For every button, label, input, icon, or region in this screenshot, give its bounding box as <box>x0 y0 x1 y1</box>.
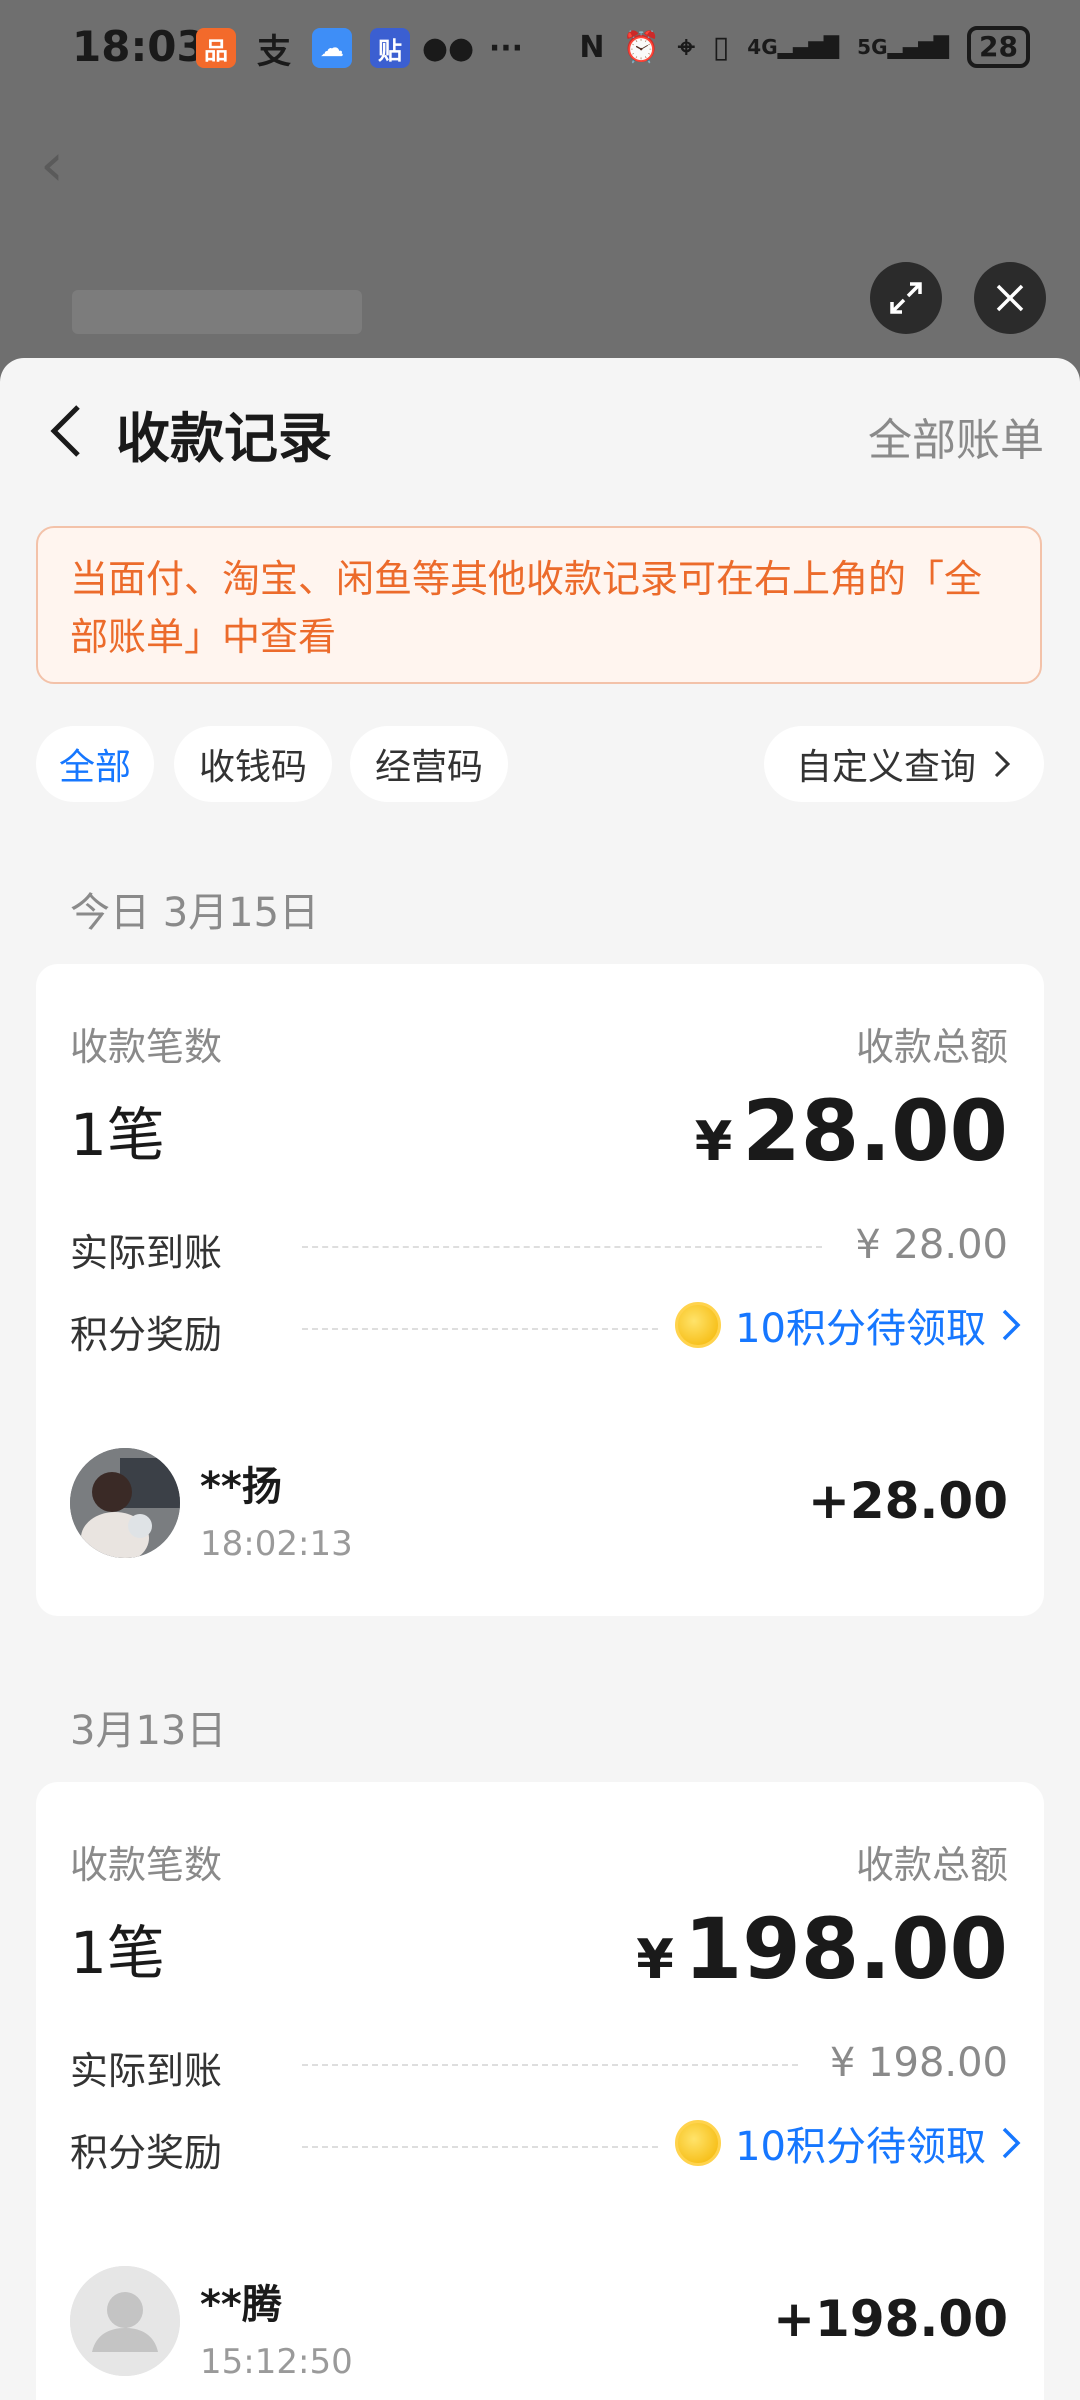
filter-chip-business-code[interactable]: 经营码 <box>350 726 508 802</box>
avatar <box>70 1448 180 1558</box>
count-label: 收款笔数 <box>70 1843 223 1887</box>
signal-5g-label: 5G <box>857 35 888 59</box>
date-label: 3月13日 <box>70 1708 227 1754</box>
reward-value: 10积分待领取 <box>735 1306 986 1352</box>
dotted-divider <box>302 2146 658 2148</box>
total-amount: ¥ 28.00 <box>695 1082 1008 1180</box>
total-value: 198.00 <box>683 1900 1008 1998</box>
avatar-photo-icon <box>70 1448 180 1558</box>
app-icon: 品 <box>196 28 236 68</box>
signal-4g-icon: 4G▂▄▆█ <box>747 35 840 59</box>
payer-time: 18:02:13 <box>200 1524 353 1564</box>
total-label: 收款总额 <box>855 1843 1008 1887</box>
reward-claim-link[interactable]: 10积分待领取 <box>675 2114 1022 2172</box>
close-icon <box>996 284 1024 312</box>
notice-text: 当面付、淘宝、闲鱼等其他收款记录可在右上角的「全部账单」中查看 <box>70 557 983 659</box>
total-amount: ¥ 198.00 <box>636 1900 1008 1998</box>
back-button[interactable] <box>36 396 96 466</box>
header: 收款记录 全部账单 <box>0 358 1080 498</box>
location-icon: ⌖ <box>677 29 695 65</box>
total-value: 28.00 <box>742 1082 1008 1180</box>
total-label: 收款总额 <box>855 1025 1008 1069</box>
summary-card: 收款笔数 收款总额 1笔 ¥ 198.00 实际到账 ¥ 198.00 积分奖励… <box>36 1782 1044 2400</box>
signal-5g-icon: 5G▂▄▆█ <box>857 35 950 59</box>
alipay-icon: 支 <box>257 31 291 72</box>
date-label: 今日 3月15日 <box>70 890 320 936</box>
avatar <box>70 2266 180 2376</box>
reward-label: 积分奖励 <box>70 2131 223 2175</box>
actual-received-label: 实际到账 <box>70 1231 223 1275</box>
payment-amount: +198.00 <box>773 2290 1008 2348</box>
expand-icon <box>890 282 922 314</box>
page-title: 收款记录 <box>116 407 332 470</box>
status-bar: 18:03 品 支 ☁ 贴 ●● ··· N ⏰ ⌖ ▯ 4G▂▄▆█ 5G▂▄… <box>0 0 1080 100</box>
all-bills-link[interactable]: 全部账单 <box>868 404 1044 468</box>
wechat-icon: ●● <box>421 30 475 66</box>
notice-banner: 当面付、淘宝、闲鱼等其他收款记录可在右上角的「全部账单」中查看 <box>36 526 1042 684</box>
dotted-divider <box>302 2064 798 2066</box>
coin-icon <box>675 1302 722 1348</box>
nfc-icon: N <box>579 29 605 65</box>
expand-button[interactable] <box>870 262 942 334</box>
payment-records-sheet: 收款记录 全部账单 当面付、淘宝、闲鱼等其他收款记录可在右上角的「全部账单」中查… <box>0 358 1080 2400</box>
chevron-left-icon <box>50 405 80 457</box>
close-button[interactable] <box>974 262 1046 334</box>
battery-indicator: 28 <box>967 26 1030 68</box>
actual-received-value: ¥ 198.00 <box>829 2040 1008 2086</box>
summary-card: 收款笔数 收款总额 1笔 ¥ 28.00 实际到账 ¥ 28.00 积分奖励 1… <box>36 964 1044 1616</box>
filter-bar: 全部 收钱码 经营码 自定义查询 <box>36 726 1044 802</box>
payment-amount: +28.00 <box>807 1472 1008 1530</box>
payer-time: 15:12:50 <box>200 2342 353 2382</box>
status-left-icons: 品 支 ☁ 贴 ●● ··· <box>196 28 526 72</box>
currency-symbol: ¥ <box>636 1928 674 1991</box>
chevron-right-icon <box>1002 2127 1021 2159</box>
background-back-arrow-icon: ‹ <box>40 130 64 200</box>
actual-received-label: 实际到账 <box>70 2049 223 2093</box>
dotted-divider <box>302 1328 658 1330</box>
background-placeholder <box>72 290 362 334</box>
filter-chip-all[interactable]: 全部 <box>36 726 154 802</box>
coin-icon <box>675 2120 722 2166</box>
status-right-icons: N ⏰ ⌖ ▯ 4G▂▄▆█ 5G▂▄▆█ 28 <box>579 26 1030 68</box>
currency-symbol: ¥ <box>694 1110 733 1173</box>
reward-value: 10积分待领取 <box>735 2124 986 2170</box>
reward-label: 积分奖励 <box>70 1313 223 1357</box>
count-label: 收款笔数 <box>70 1025 223 1069</box>
reward-claim-link[interactable]: 10积分待领取 <box>675 1296 1022 1354</box>
chevron-right-icon <box>1002 1309 1021 1341</box>
dotted-divider <box>302 1246 822 1248</box>
payment-count: 1笔 <box>70 1101 165 1169</box>
custom-query-button[interactable]: 自定义查询 <box>763 726 1044 802</box>
status-time: 18:03 <box>72 22 206 71</box>
signal-4g-label: 4G <box>747 35 778 59</box>
default-user-icon <box>70 2266 180 2376</box>
chevron-right-icon <box>994 750 1011 778</box>
payment-count: 1笔 <box>70 1919 165 1987</box>
tieba-icon: 贴 <box>370 28 410 68</box>
vibrate-icon: ▯ <box>712 29 730 65</box>
more-dots-icon: ··· <box>488 30 524 66</box>
weather-icon: ☁ <box>312 28 352 68</box>
custom-query-label: 自定义查询 <box>795 747 976 788</box>
payer-name: **腾 <box>200 2282 282 2328</box>
payer-name: **扬 <box>200 1464 282 1510</box>
actual-received-value: ¥ 28.00 <box>855 1222 1008 1268</box>
alarm-icon: ⏰ <box>622 29 660 65</box>
filter-chip-payment-code[interactable]: 收钱码 <box>174 726 332 802</box>
